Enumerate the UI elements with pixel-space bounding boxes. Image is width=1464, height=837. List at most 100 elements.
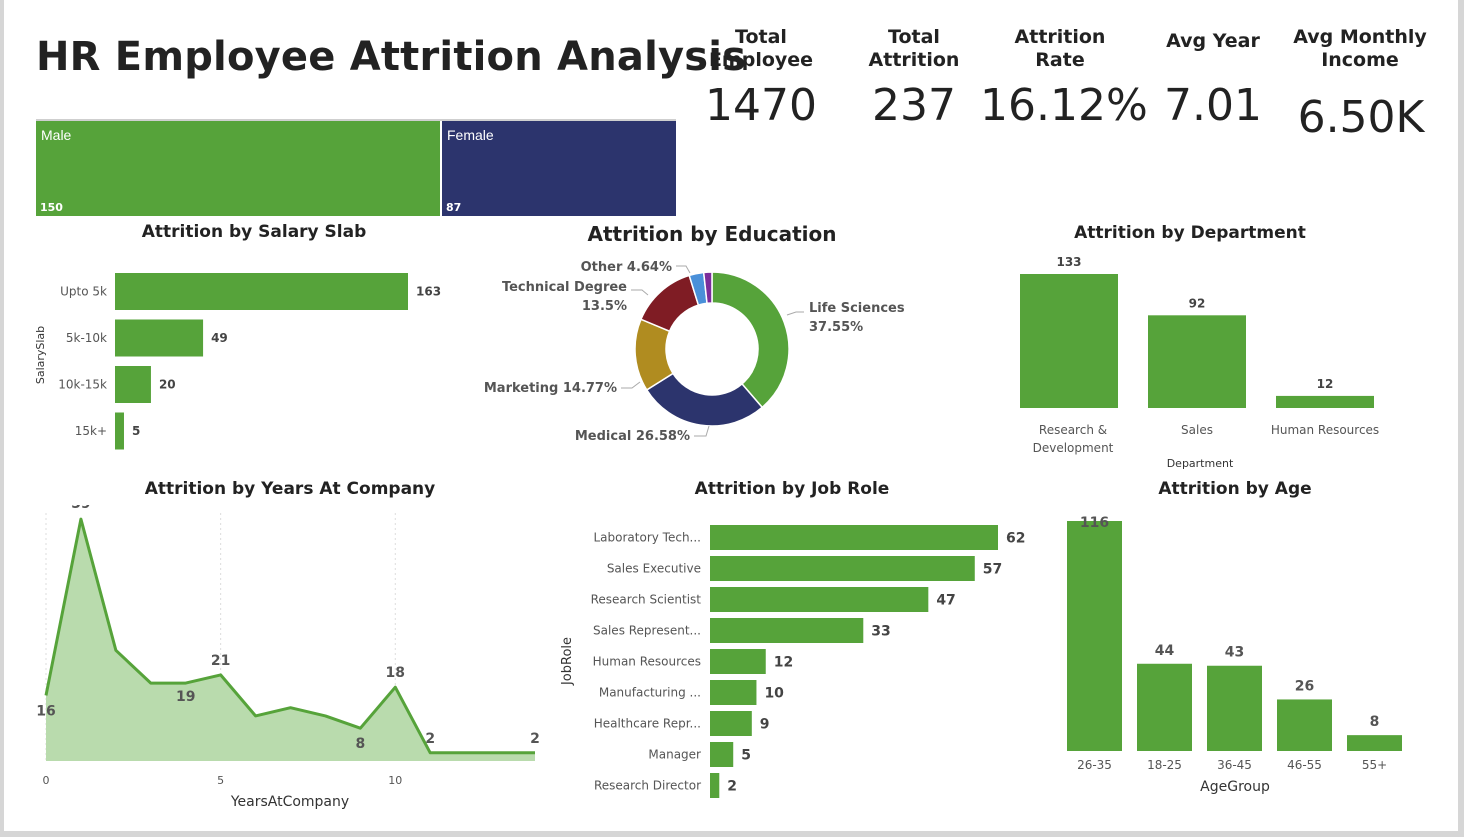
years-data-label: 2 bbox=[530, 731, 540, 747]
kpi-avg-monthly-income-label: Avg Monthly Income bbox=[1293, 26, 1427, 71]
age-category-label: 46-55 bbox=[1287, 758, 1322, 772]
department-data-label: 92 bbox=[1189, 296, 1206, 310]
department-category-label: Research & bbox=[1039, 423, 1107, 437]
years-data-label: 16 bbox=[36, 703, 55, 719]
age-data-label: 26 bbox=[1295, 678, 1314, 694]
education-label-technical-degree: Technical Degree bbox=[502, 280, 627, 295]
salary-category-label: 10k-15k bbox=[58, 378, 107, 392]
age-chart: 116 26-35 44 18-25 43 36-45 26 46-55 8 55+ AgeGrou… bbox=[1067, 515, 1402, 795]
jobrole-bar bbox=[710, 711, 752, 736]
age-category-label: 26-35 bbox=[1077, 758, 1112, 772]
jobrole-category-label: Research Director bbox=[594, 779, 701, 793]
jobrole-data-label: 9 bbox=[760, 717, 770, 733]
salary-bar bbox=[115, 319, 204, 357]
treemap-value-female: 87 bbox=[446, 201, 462, 214]
jobrole-data-label: 47 bbox=[936, 593, 955, 609]
department-data-label: 133 bbox=[1056, 255, 1081, 269]
jobrole-category-label: Sales Represent... bbox=[593, 624, 701, 638]
jobrole-data-label: 57 bbox=[983, 562, 1002, 578]
education-leader-life-sciences bbox=[786, 311, 804, 316]
jobrole-data-label: 12 bbox=[774, 655, 793, 671]
jobrole-bar bbox=[710, 773, 720, 798]
salary-bar bbox=[115, 412, 124, 450]
age-category-label: 18-25 bbox=[1147, 758, 1182, 772]
education-label-life-sciences: Life Sciences bbox=[809, 301, 905, 316]
years-data-label: 2 bbox=[425, 731, 435, 747]
education-label-technical-degree-pct: 13.5% bbox=[582, 299, 627, 314]
department-bar bbox=[1148, 315, 1246, 408]
age-bar bbox=[1137, 663, 1192, 751]
treemap-cell-female[interactable]: Female 87 bbox=[442, 121, 676, 216]
jobrole-category-label: Manager bbox=[648, 748, 701, 762]
department-bar bbox=[1276, 395, 1374, 408]
education-chart-title: Attrition by Education bbox=[587, 222, 837, 246]
education-slice-life-sciences bbox=[711, 271, 790, 409]
years-data-label: 8 bbox=[355, 736, 365, 752]
jobrole-chart: JobRole Laboratory Tech... 62 Sales Executi… bbox=[560, 525, 1025, 798]
education-leader-other bbox=[676, 265, 691, 274]
department-bar bbox=[1020, 274, 1118, 408]
age-data-label: 116 bbox=[1080, 515, 1109, 531]
jobrole-data-label: 2 bbox=[727, 779, 737, 795]
salary-bar bbox=[115, 273, 408, 310]
education-label-medical: Medical 26.58% bbox=[575, 429, 690, 444]
age-data-label: 43 bbox=[1225, 645, 1244, 661]
jobrole-bar bbox=[710, 618, 864, 643]
jobrole-bar bbox=[710, 587, 929, 612]
kpi-avg-year-value: 7.01 bbox=[1164, 80, 1262, 131]
treemap-label-male: Male bbox=[41, 127, 72, 143]
department-axis-title: Department bbox=[1167, 457, 1234, 470]
kpi-total-employee-label: Total Employee bbox=[708, 26, 814, 71]
kpi-attrition-rate-value: 16.12% bbox=[980, 80, 1148, 131]
education-slice-technical-degree bbox=[639, 274, 700, 333]
years-tick-label: 10 bbox=[388, 774, 402, 787]
salary-data-label: 20 bbox=[159, 378, 176, 392]
years-area bbox=[46, 519, 535, 761]
department-data-label: 12 bbox=[1317, 377, 1334, 391]
jobrole-category-label: Healthcare Repr... bbox=[594, 717, 701, 731]
years-data-label: 18 bbox=[386, 665, 405, 681]
years-chart: 0 5 10 16 59 19 21 8 18 2 2 YearsAtCompany bbox=[36, 505, 540, 810]
jobrole-category-label: Human Resources bbox=[593, 655, 701, 669]
jobrole-bar bbox=[710, 680, 757, 705]
age-bar bbox=[1067, 521, 1122, 751]
kpi-total-attrition-label: Total Attrition bbox=[868, 26, 960, 71]
treemap-cell-male[interactable]: Male 150 bbox=[36, 121, 440, 216]
jobrole-category-label: Laboratory Tech... bbox=[593, 531, 701, 545]
page-title: HR Employee Attrition Analysis bbox=[36, 34, 747, 80]
years-tick-label: 5 bbox=[217, 774, 224, 787]
age-axis-title: AgeGroup bbox=[1200, 779, 1270, 795]
department-category-label: Human Resources bbox=[1271, 423, 1379, 437]
jobrole-category-label: Sales Executive bbox=[607, 562, 701, 576]
department-chart: 133 Research & Development 92 Sales 12 Human R… bbox=[1020, 255, 1379, 470]
education-label-marketing: Marketing 14.77% bbox=[484, 381, 617, 396]
jobrole-data-label: 5 bbox=[741, 748, 751, 764]
age-data-label: 8 bbox=[1370, 714, 1380, 730]
age-data-label: 44 bbox=[1155, 643, 1175, 659]
frame-left bbox=[0, 0, 4, 837]
jobrole-chart-title: Attrition by Job Role bbox=[694, 479, 890, 499]
jobrole-data-label: 33 bbox=[871, 624, 890, 640]
education-leader-medical bbox=[694, 425, 710, 437]
education-label-life-sciences-pct: 37.55% bbox=[809, 320, 863, 335]
kpi-avg-monthly-income-value: 6.50K bbox=[1297, 92, 1425, 143]
kpi-total-attrition-value: 237 bbox=[872, 80, 956, 131]
jobrole-bar bbox=[710, 525, 998, 550]
years-data-label: 21 bbox=[211, 653, 230, 669]
treemap-label-female: Female bbox=[447, 127, 494, 143]
years-data-label: 59 bbox=[71, 505, 90, 512]
salary-category-label: 5k-10k bbox=[66, 331, 107, 345]
salary-axis-title: SalarySlab bbox=[34, 326, 47, 384]
jobrole-data-label: 62 bbox=[1006, 531, 1025, 547]
jobrole-category-label: Manufacturing ... bbox=[599, 686, 701, 700]
department-category-label: Sales bbox=[1181, 423, 1213, 437]
department-chart-title: Attrition by Department bbox=[1074, 223, 1306, 243]
jobrole-bar bbox=[710, 742, 734, 767]
salary-chart: SalarySlab Upto 5k 163 5k-10k 49 10k-15k 20 15k… bbox=[34, 273, 441, 450]
education-chart: Life Sciences 37.55% Medical 26.58% Marketi… bbox=[484, 260, 905, 444]
age-bar bbox=[1347, 735, 1402, 751]
jobrole-data-label: 10 bbox=[764, 686, 784, 702]
treemap-value-male: 150 bbox=[40, 201, 63, 214]
gender-treemap: Male 150 Female 87 bbox=[36, 119, 676, 216]
salary-bar bbox=[115, 366, 151, 403]
